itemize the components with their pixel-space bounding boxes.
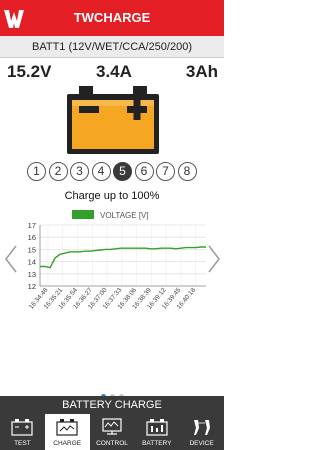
charge-step-8: 8 bbox=[177, 162, 197, 181]
tab-label: BATTERY bbox=[142, 440, 172, 447]
charge-stage-text: Charge up to 100% bbox=[64, 190, 160, 202]
next-chart-arrow-icon[interactable] bbox=[207, 244, 221, 274]
tab-label: CONTROL bbox=[96, 440, 128, 447]
tab-charge[interactable]: CHARGE bbox=[44, 414, 90, 450]
capacity-readout: 3Ah bbox=[185, 62, 218, 81]
y-tick-label: 17 bbox=[28, 221, 36, 230]
tab-label: DEVICE bbox=[189, 440, 214, 447]
device-clamps-icon bbox=[193, 420, 210, 435]
control-monitor-icon bbox=[102, 418, 122, 435]
y-tick-label: 12 bbox=[28, 282, 36, 291]
charge-step-3: 3 bbox=[70, 162, 89, 181]
charge-step-1: 1 bbox=[27, 162, 46, 181]
battery-settings-icon bbox=[146, 419, 168, 436]
page-indicator bbox=[0, 386, 224, 399]
voltage-chart-svg: VOLTAGE [V]12131415161716:34:4816:35:211… bbox=[28, 210, 206, 311]
top-app-bar: TWCHARGE bbox=[0, 0, 224, 36]
charge-step-6: 6 bbox=[134, 162, 154, 181]
tab-label: CHARGE bbox=[53, 440, 82, 447]
voltage-chart: VOLTAGE [V] 12 13 14 15 16 17 16:34:48 16:35:21 1… bbox=[0, 204, 224, 394]
charge-step-5: 5 bbox=[113, 162, 132, 181]
tab-battery[interactable]: BATTERY bbox=[134, 414, 179, 450]
tab-test[interactable]: TEST bbox=[0, 414, 45, 450]
current-readout: 3.4A bbox=[96, 62, 132, 81]
bottom-tab-bar: TEST CHARGE CONTROL BATTERY DEVICE bbox=[0, 414, 224, 450]
legend-label: VOLTAGE [V] bbox=[100, 211, 149, 220]
legend-swatch bbox=[72, 210, 94, 219]
app-title: TWCHARGE bbox=[73, 10, 151, 25]
tab-control[interactable]: CONTROL bbox=[90, 414, 135, 450]
charge-step-4: 4 bbox=[91, 162, 111, 181]
battery-profile-label: BATT1 (12V/WET/CCA/250/200) bbox=[0, 36, 224, 58]
charge-step-2: 2 bbox=[48, 162, 68, 181]
y-tick-label: 14 bbox=[28, 258, 36, 267]
y-tick-label: 13 bbox=[28, 270, 36, 279]
voltage-readout: 15.2V bbox=[7, 62, 52, 81]
y-tick-label: 15 bbox=[28, 245, 36, 254]
app-screen: TWCHARGE BATT1 (12V/WET/CCA/250/200) 15.… bbox=[0, 0, 224, 450]
tab-device[interactable]: DEVICE bbox=[179, 414, 224, 450]
y-tick-label: 16 bbox=[28, 233, 36, 242]
battery-level-icon bbox=[67, 86, 159, 154]
charge-step-7: 7 bbox=[156, 162, 175, 181]
tab-label: TEST bbox=[14, 440, 31, 447]
previous-chart-arrow-icon[interactable] bbox=[4, 244, 18, 274]
battery-charge-icon bbox=[56, 419, 78, 436]
battery-test-icon bbox=[11, 419, 33, 436]
section-title: BATTERY CHARGE bbox=[0, 396, 224, 414]
